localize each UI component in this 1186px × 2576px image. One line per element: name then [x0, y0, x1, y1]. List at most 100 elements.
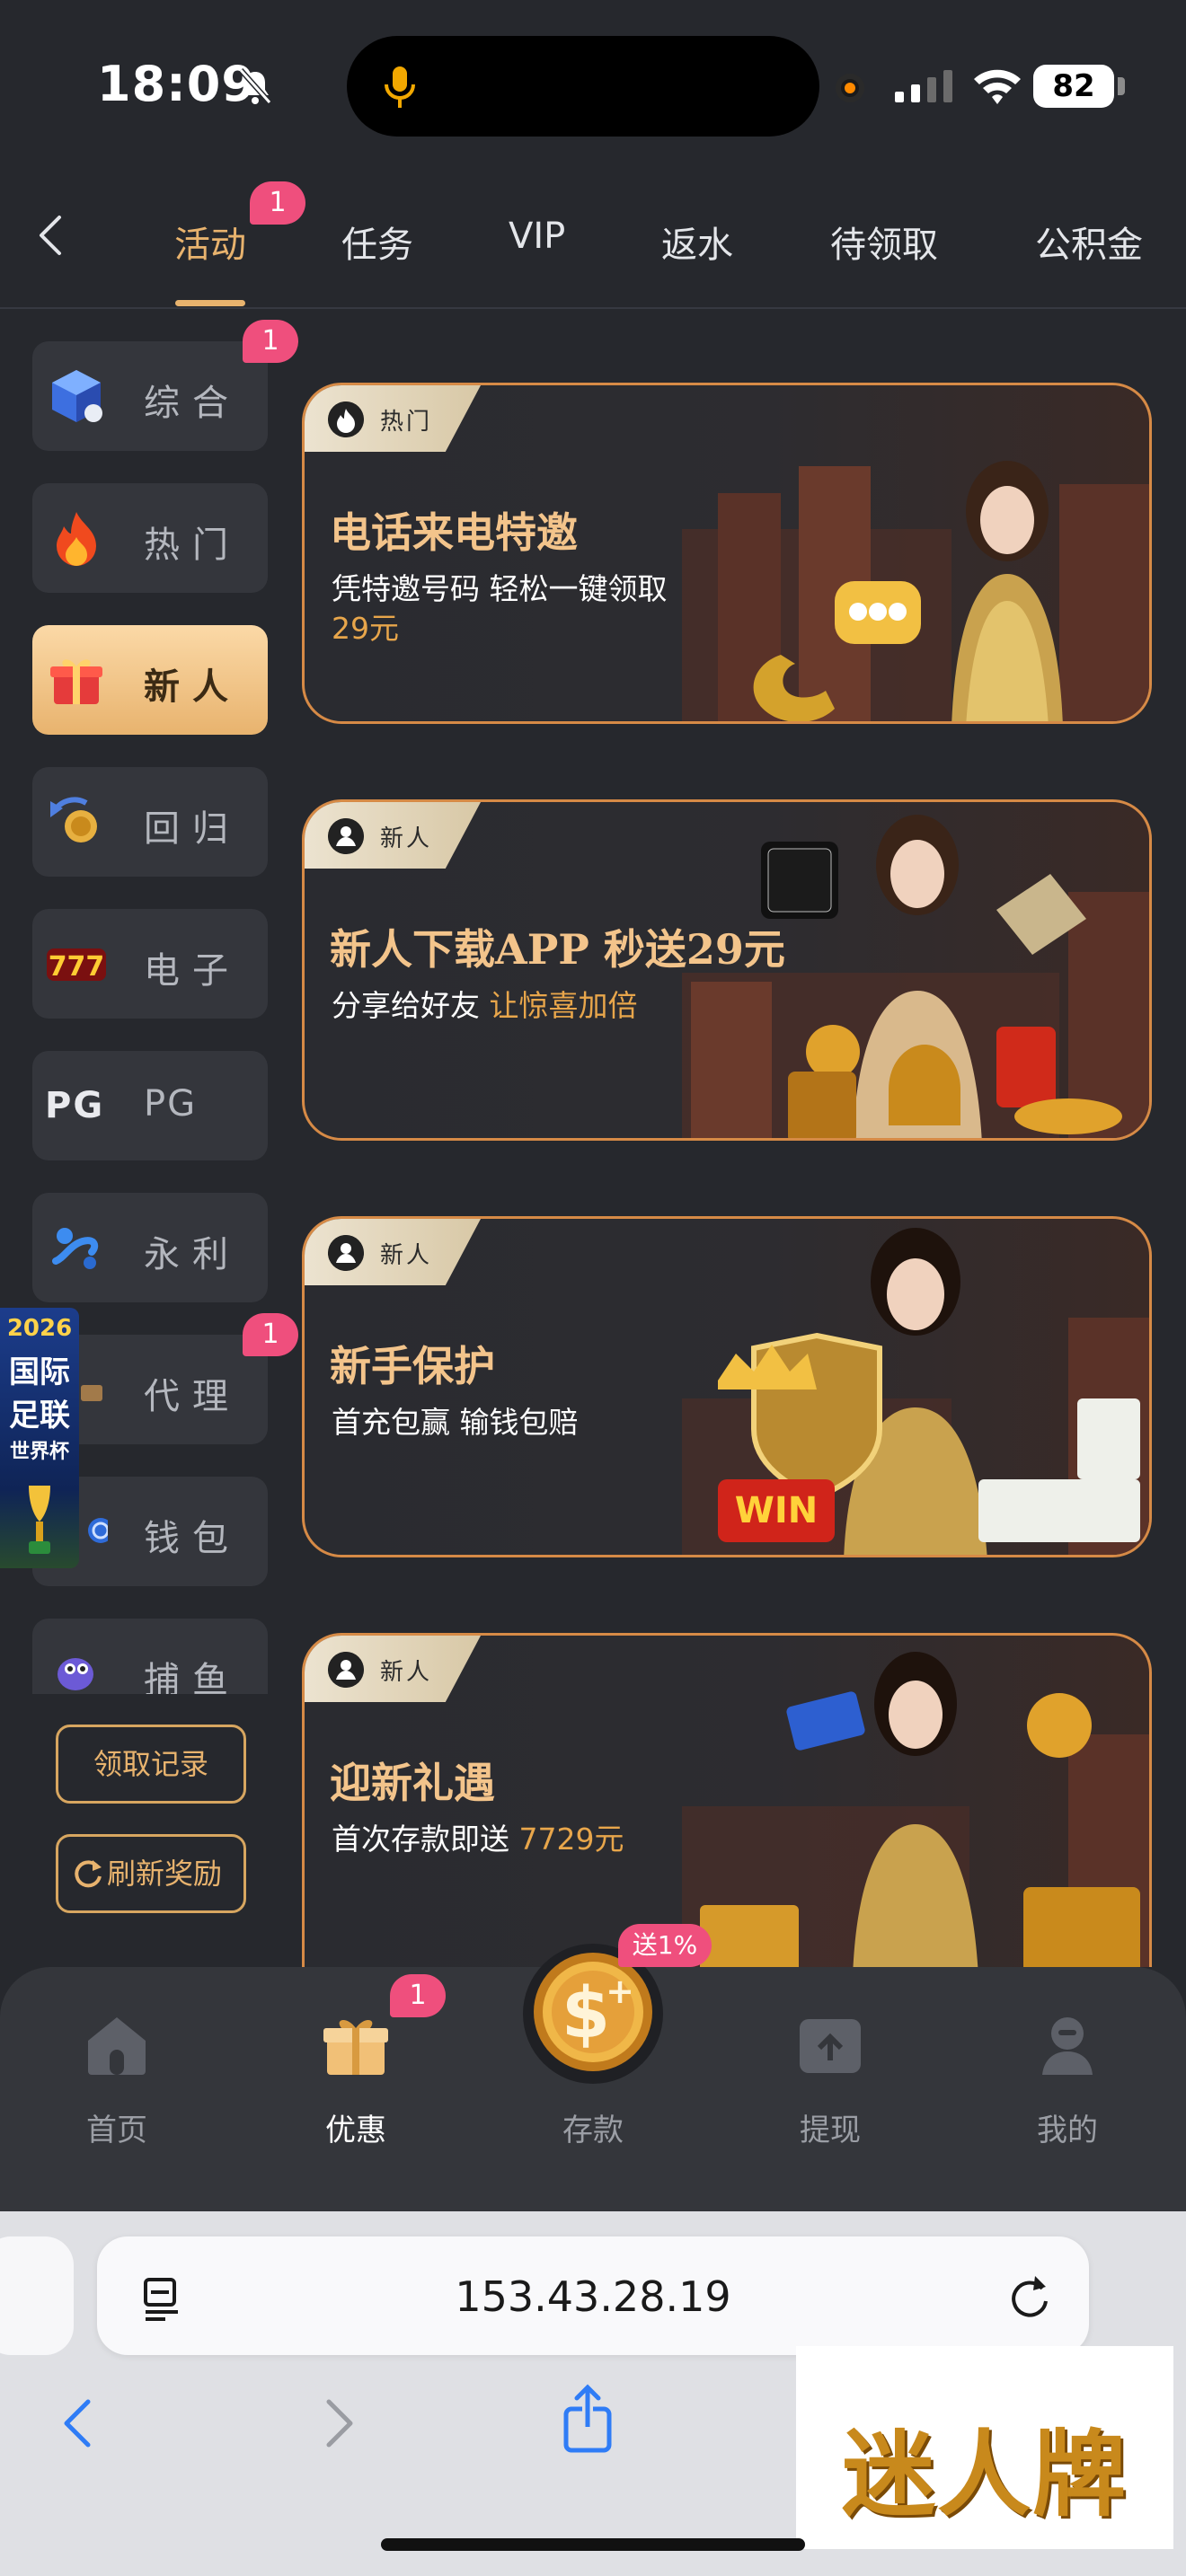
nav-deposit-label[interactable]: 存款: [521, 2105, 665, 2149]
browser-back-icon[interactable]: [58, 2395, 97, 2452]
sidebar-item-pg[interactable]: PG PG: [32, 1051, 268, 1160]
nav-withdraw-label: 提现: [800, 2113, 861, 2148]
banner-subtitle: 首充包赢 输钱包赔: [332, 1405, 579, 1440]
nav-mine-label: 我的: [1037, 2113, 1098, 2148]
refresh-icon: [75, 1860, 102, 1888]
promo-year: 2026: [6, 1315, 73, 1342]
nav-home-label: 首页: [86, 2113, 147, 2148]
banner-subtitle-highlight: 让惊喜加倍: [489, 988, 638, 1023]
banner-subtitle-prefix: 分享给好友: [332, 988, 490, 1023]
camera-indicator-icon: [836, 74, 864, 102]
sidebar-item-label: 回归: [144, 808, 241, 850]
banner-model-money-image: [682, 815, 1149, 1138]
share-icon[interactable]: [561, 2382, 615, 2454]
tab-rebate[interactable]: 返水: [661, 216, 733, 268]
deposit-bonus-bubble: 送1%: [618, 1924, 712, 1967]
flame-icon: [57, 512, 96, 566]
banner-tag-label: 新人: [380, 1659, 433, 1686]
banner-app-download[interactable]: 新人 新人下载APP 秒送29元 分享给好友 让惊喜加倍: [302, 799, 1152, 1141]
banner-welcome-gift[interactable]: 新人 迎新礼遇 首次存款即送 7729元: [302, 1633, 1152, 1967]
sidebar-item-label: 新人: [144, 666, 241, 708]
user-profile-icon: [1042, 2017, 1093, 2075]
sidebar-general-badge: 1: [243, 320, 298, 363]
svg-text:WIN: WIN: [735, 1490, 818, 1531]
nav-offers[interactable]: 优惠: [284, 2008, 428, 2152]
promo-line-4: 世界杯: [9, 1441, 69, 1463]
home-icon: [88, 2017, 146, 2075]
svg-text:777: 777: [49, 951, 105, 983]
url-text[interactable]: 153.43.28.19: [97, 2272, 1089, 2321]
deposit-coin-icon[interactable]: $ +: [532, 1951, 654, 2073]
banner-title: 电话来电特邀: [330, 508, 578, 557]
banner-highlight: 29元: [332, 611, 399, 646]
claim-record-button[interactable]: 领取记录: [56, 1725, 246, 1804]
home-indicator: [381, 2538, 805, 2551]
promo-line-3: 足联: [9, 1398, 70, 1434]
bell-muted-icon: [238, 68, 272, 104]
banner-tag-label: 新人: [380, 825, 433, 852]
gift-box-icon: [50, 659, 102, 704]
return-arrow-coin-icon: [50, 797, 97, 842]
microphone-icon: [385, 66, 415, 108]
sidebar-item-newcomer[interactable]: 新人: [32, 625, 268, 735]
banner-model-phone-image: [682, 461, 1149, 721]
promo-line-2: 国际: [9, 1354, 70, 1390]
tab-provident-fund[interactable]: 公积金: [1035, 216, 1143, 268]
back-chevron-icon[interactable]: [32, 210, 68, 260]
tab-tasks[interactable]: 任务: [341, 216, 413, 268]
tab-activities[interactable]: 活动: [174, 216, 246, 268]
cellular-signal-icon: [895, 70, 952, 102]
refresh-rewards-button[interactable]: 刷新奖励: [56, 1834, 246, 1913]
globe-cube-icon: [52, 370, 102, 422]
sidebar-item-slots[interactable]: 777 电子: [32, 909, 268, 1019]
reload-icon[interactable]: [1005, 2271, 1053, 2321]
banner-subtitle: 首次存款即送 7729元: [332, 1815, 624, 1858]
sidebar-item-label: 综合: [144, 383, 241, 424]
nav-withdraw[interactable]: 提现: [758, 2008, 902, 2152]
tab-pending-claim[interactable]: 待领取: [830, 216, 938, 268]
tabbar-divider: [0, 307, 1186, 309]
browser-forward-icon[interactable]: [320, 2395, 359, 2452]
sidebar-item-hot[interactable]: 热门: [32, 483, 268, 593]
banner-tag-label: 热门: [380, 409, 433, 436]
status-time: 18:09: [97, 56, 256, 112]
tab-vip[interactable]: VIP: [509, 216, 565, 257]
sidebar-item-label: PG: [144, 1083, 198, 1125]
banner-subtitle: 凭特邀号码 轻松一键领取: [332, 571, 668, 606]
previous-tab-card[interactable]: [0, 2236, 74, 2355]
banner-model-shield-image: WIN: [682, 1228, 1149, 1555]
tab-activities-badge: 1: [250, 181, 305, 225]
banner-model-card-image: [682, 1652, 1149, 1967]
wynn-swirl-icon: [52, 1228, 99, 1269]
gift-icon: [323, 2019, 388, 2075]
nav-offers-badge: 1: [390, 1974, 446, 2017]
pg-logo-icon: PG: [45, 1085, 105, 1126]
sidebar-item-label: 电子: [144, 950, 241, 992]
world-cup-promo[interactable]: 2026 国际 足联 世界杯: [0, 1308, 79, 1568]
sidebar-item-wynn[interactable]: 永利: [32, 1193, 268, 1302]
sidebar-item-return[interactable]: 回归: [32, 767, 268, 877]
banner-subtitle-highlight: 7729元: [518, 1822, 624, 1857]
banner-title: 新手保护: [330, 1342, 495, 1390]
watermark-text: 迷人牌: [841, 2419, 1128, 2529]
active-tab-indicator: [175, 300, 245, 306]
wifi-icon: [974, 69, 1021, 104]
nav-mine[interactable]: 我的: [996, 2008, 1139, 2152]
sidebar-item-label: 永利: [144, 1234, 241, 1275]
banner-subtitle-prefix: 首次存款即送: [332, 1822, 519, 1857]
user-tag-icon: [328, 818, 364, 854]
svg-text:$: $: [562, 1973, 610, 2054]
sidebar-item-general[interactable]: 综合: [32, 341, 268, 451]
battery-level: 82: [1033, 65, 1114, 108]
flame-tag-icon: [328, 401, 364, 437]
banner-phone-invite[interactable]: 热门 电话来电特邀 凭特邀号码 轻松一键领取 29元: [302, 383, 1152, 724]
battery-tip: [1118, 77, 1125, 95]
nav-home[interactable]: 首页: [45, 2008, 189, 2152]
slot-777-icon: 777: [47, 948, 106, 983]
sidebar-item-label: 热门: [144, 525, 241, 566]
svg-text:+: +: [606, 1972, 634, 2011]
user-tag-icon: [328, 1235, 364, 1271]
sidebar-agent-badge: 1: [243, 1313, 298, 1356]
banner-newbie-protection[interactable]: 新人 新手保护 首充包赢 输钱包赔 WIN: [302, 1216, 1152, 1557]
refresh-rewards-label: 刷新奖励: [106, 1857, 222, 1891]
